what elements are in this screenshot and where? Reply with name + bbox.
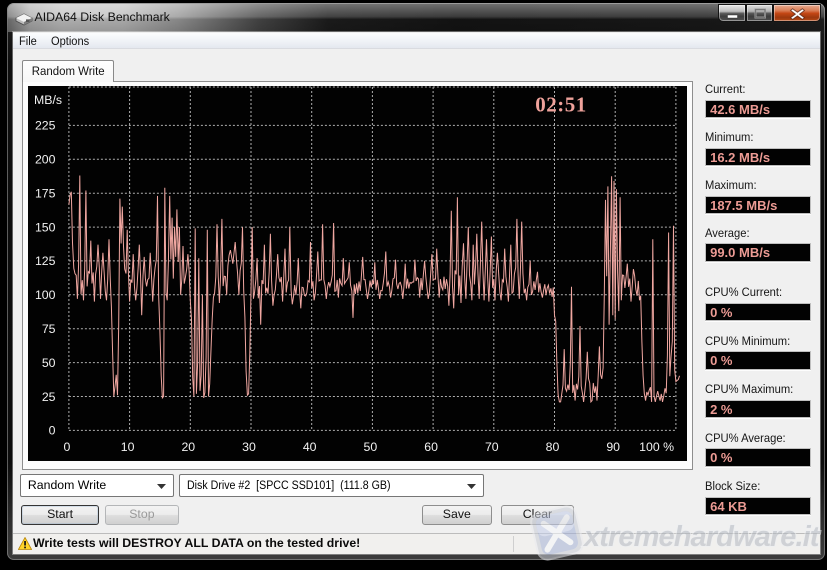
svg-text:70: 70 [485,440,499,454]
svg-text:02:51: 02:51 [535,92,587,116]
svg-text:200: 200 [35,152,56,166]
svg-text:40: 40 [303,440,317,454]
svg-text:150: 150 [35,220,56,234]
svg-text:100: 100 [35,288,56,302]
svg-text:0: 0 [63,440,70,454]
svg-text:MB/s: MB/s [34,93,62,107]
svg-text:10: 10 [121,440,135,454]
svg-text:100 %: 100 % [639,440,674,454]
svg-text:20: 20 [181,440,195,454]
svg-text:80: 80 [546,440,560,454]
svg-text:0: 0 [49,424,56,438]
svg-text:90: 90 [606,440,620,454]
svg-text:30: 30 [242,440,256,454]
svg-text:25: 25 [42,390,56,404]
svg-text:75: 75 [42,322,56,336]
svg-text:125: 125 [35,254,56,268]
svg-text:60: 60 [424,440,438,454]
svg-text:50: 50 [363,440,377,454]
svg-text:50: 50 [42,356,56,370]
svg-text:225: 225 [35,119,56,133]
svg-text:175: 175 [35,186,56,200]
